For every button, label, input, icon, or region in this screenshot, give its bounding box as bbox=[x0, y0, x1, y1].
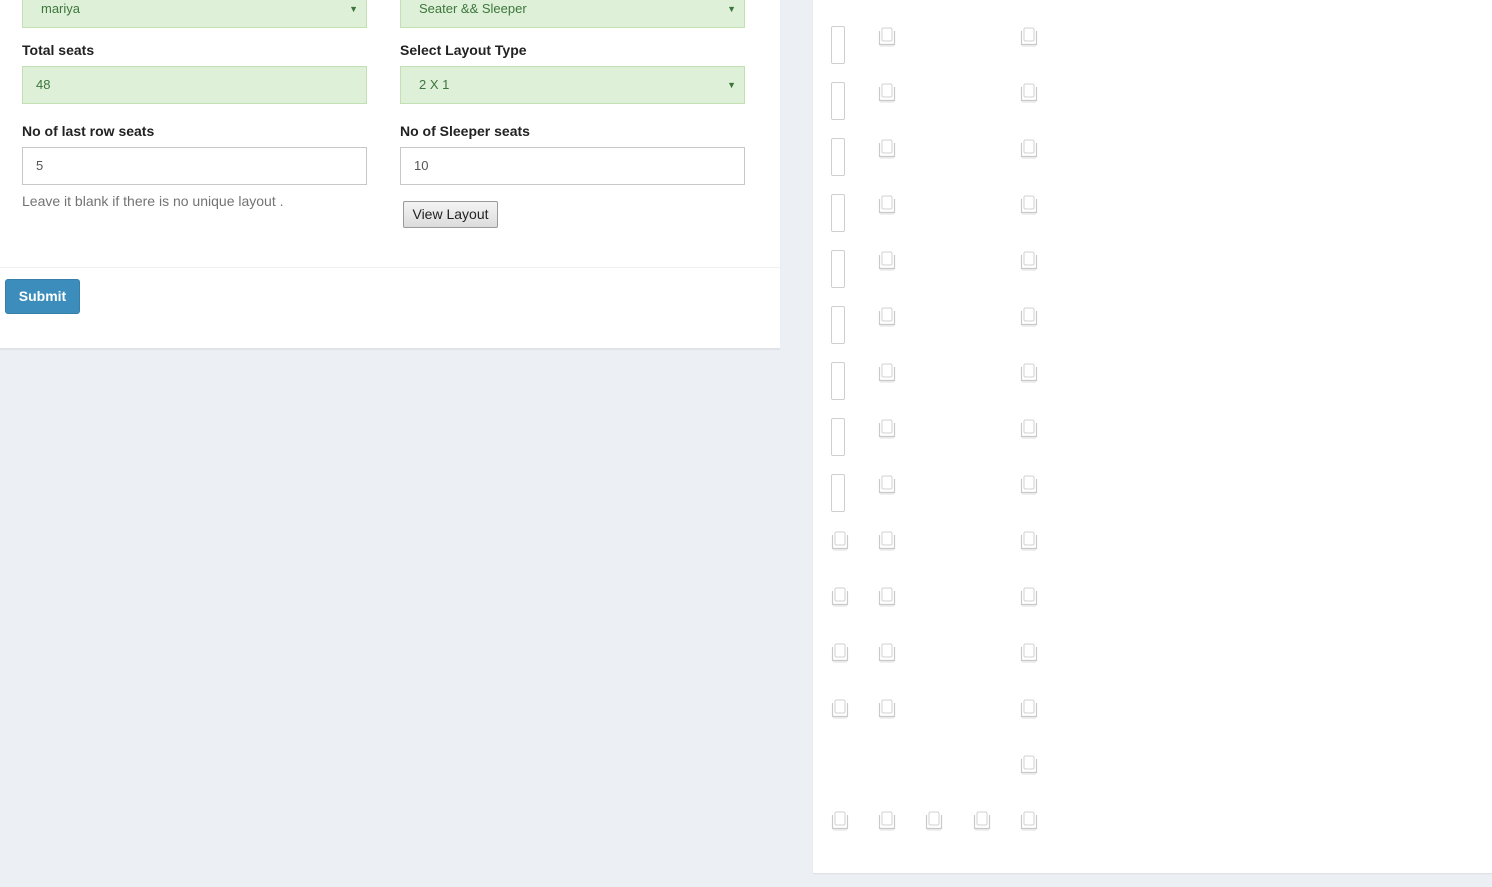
caret-down-icon: ▼ bbox=[727, 4, 736, 14]
seat-icon[interactable] bbox=[1019, 250, 1039, 272]
seat-icon[interactable] bbox=[830, 642, 850, 664]
operator-select-value: mariya bbox=[41, 1, 81, 16]
seat-icon[interactable] bbox=[1019, 754, 1039, 776]
sleeper-berth-icon[interactable] bbox=[831, 418, 845, 456]
seat-icon[interactable] bbox=[877, 530, 897, 552]
last-row-seats-value: 5 bbox=[36, 158, 44, 173]
bus-type-select[interactable]: Seater && Sleeper ▼ bbox=[400, 0, 745, 28]
seat-icon[interactable] bbox=[1019, 362, 1039, 384]
bus-form-panel: mariya ▼ Seater && Sleeper ▼ Total seats… bbox=[0, 0, 780, 349]
seat-layout-panel bbox=[813, 0, 1492, 873]
last-row-seats-label: No of last row seats bbox=[22, 123, 155, 139]
layout-type-label: Select Layout Type bbox=[400, 42, 527, 58]
seat-icon[interactable] bbox=[1019, 194, 1039, 216]
view-layout-button[interactable]: View Layout bbox=[403, 201, 498, 228]
sleeper-berth-icon[interactable] bbox=[831, 26, 845, 64]
sleeper-berth-icon[interactable] bbox=[831, 250, 845, 288]
seat-icon[interactable] bbox=[1019, 698, 1039, 720]
seat-icon[interactable] bbox=[830, 530, 850, 552]
seat-icon[interactable] bbox=[877, 810, 897, 832]
seat-icon[interactable] bbox=[830, 698, 850, 720]
seat-icon[interactable] bbox=[1019, 474, 1039, 496]
seat-icon[interactable] bbox=[1019, 810, 1039, 832]
seat-icon[interactable] bbox=[1019, 642, 1039, 664]
operator-select[interactable]: mariya ▼ bbox=[22, 0, 367, 28]
form-divider bbox=[0, 267, 780, 268]
seat-icon[interactable] bbox=[1019, 530, 1039, 552]
seat-icon[interactable] bbox=[1019, 26, 1039, 48]
seat-icon[interactable] bbox=[877, 418, 897, 440]
total-seats-input[interactable]: 48 bbox=[22, 66, 367, 104]
seat-icon[interactable] bbox=[1019, 418, 1039, 440]
sleeper-seats-value: 10 bbox=[414, 158, 429, 173]
caret-down-icon: ▼ bbox=[349, 4, 358, 14]
seat-icon[interactable] bbox=[1019, 306, 1039, 328]
layout-type-value: 2 X 1 bbox=[419, 77, 450, 92]
sleeper-berth-icon[interactable] bbox=[831, 474, 845, 512]
seat-icon[interactable] bbox=[830, 586, 850, 608]
seat-icon[interactable] bbox=[1019, 138, 1039, 160]
total-seats-label: Total seats bbox=[22, 42, 95, 58]
total-seats-value: 48 bbox=[36, 77, 51, 92]
seat-icon[interactable] bbox=[877, 26, 897, 48]
layout-type-select[interactable]: 2 X 1 ▼ bbox=[400, 66, 745, 104]
caret-down-icon: ▼ bbox=[727, 80, 736, 90]
sleeper-berth-icon[interactable] bbox=[831, 194, 845, 232]
seat-icon[interactable] bbox=[972, 810, 992, 832]
sleeper-berth-icon[interactable] bbox=[831, 362, 845, 400]
seat-icon[interactable] bbox=[877, 138, 897, 160]
submit-button[interactable]: Submit bbox=[5, 279, 80, 314]
seat-icon[interactable] bbox=[830, 810, 850, 832]
seat-icon[interactable] bbox=[1019, 82, 1039, 104]
sleeper-berth-icon[interactable] bbox=[831, 306, 845, 344]
seat-icon[interactable] bbox=[877, 82, 897, 104]
sleeper-seats-input[interactable]: 10 bbox=[400, 147, 745, 185]
seat-icon[interactable] bbox=[1019, 586, 1039, 608]
seat-icon[interactable] bbox=[877, 698, 897, 720]
bus-type-select-value: Seater && Sleeper bbox=[419, 1, 527, 16]
seat-icon[interactable] bbox=[877, 474, 897, 496]
seat-icon[interactable] bbox=[877, 642, 897, 664]
sleeper-berth-icon[interactable] bbox=[831, 138, 845, 176]
seat-icon[interactable] bbox=[877, 362, 897, 384]
last-row-seats-input[interactable]: 5 bbox=[22, 147, 367, 185]
seat-icon[interactable] bbox=[877, 194, 897, 216]
seat-icon[interactable] bbox=[877, 306, 897, 328]
seat-icon[interactable] bbox=[877, 250, 897, 272]
sleeper-seats-label: No of Sleeper seats bbox=[400, 123, 530, 139]
seat-icon[interactable] bbox=[924, 810, 944, 832]
sleeper-berth-icon[interactable] bbox=[831, 82, 845, 120]
last-row-help-text: Leave it blank if there is no unique lay… bbox=[22, 193, 284, 209]
seat-icon[interactable] bbox=[877, 586, 897, 608]
